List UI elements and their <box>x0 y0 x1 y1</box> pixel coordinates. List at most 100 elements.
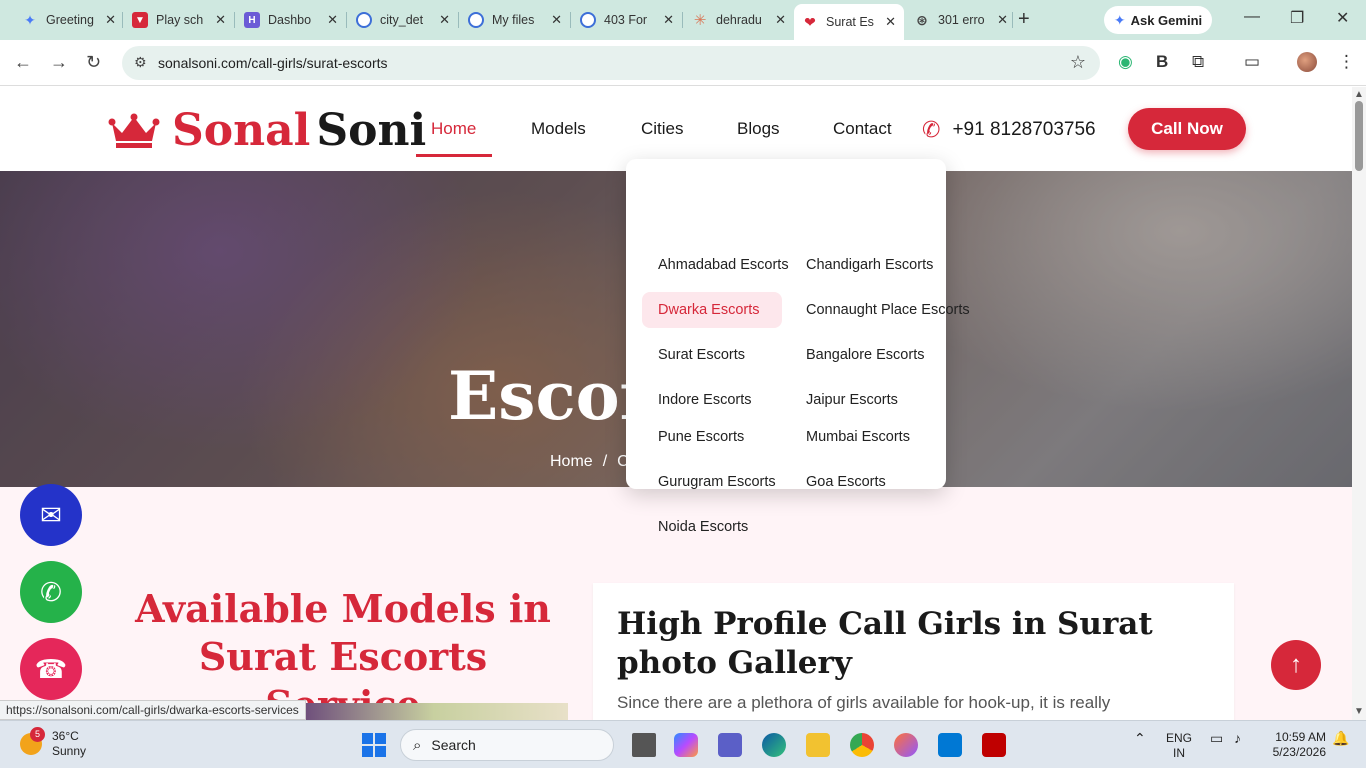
windows-taskbar: 5 36°C Sunny ⌕ Search ⌃ ENG IN ▭ ♪ 10:59… <box>0 720 1366 768</box>
chrome-icon[interactable] <box>850 733 874 757</box>
close-window-button[interactable]: ✕ <box>1336 8 1349 28</box>
city-indore[interactable]: Indore Escorts <box>658 392 752 408</box>
nav-contact[interactable]: Contact <box>833 119 892 139</box>
tab-dehradun[interactable]: ✳ dehradu ✕ <box>684 6 794 34</box>
whatsapp-fab[interactable]: ✆ <box>20 561 82 623</box>
tab-301-error[interactable]: ⊛ 301 erro ✕ <box>906 6 1016 34</box>
city-goa[interactable]: Goa Escorts <box>806 474 886 490</box>
scrollbar-thumb[interactable] <box>1355 101 1363 171</box>
filezilla-icon[interactable] <box>982 733 1006 757</box>
new-tab-button[interactable]: + <box>1018 8 1030 31</box>
weather-widget[interactable]: 5 36°C Sunny <box>20 727 86 759</box>
site-info-icon[interactable]: ⚙ <box>134 54 147 71</box>
forward-button[interactable]: → <box>50 52 68 73</box>
firefox-icon[interactable] <box>894 733 918 757</box>
weather-temp: 36°C <box>52 729 79 743</box>
task-view-icon[interactable] <box>632 733 656 757</box>
close-icon[interactable]: ✕ <box>663 12 674 28</box>
tab-dashboard[interactable]: H Dashbo ✕ <box>236 6 346 34</box>
taskbar-search[interactable]: ⌕ Search <box>400 729 614 761</box>
city-chandigarh[interactable]: Chandigarh Escorts <box>806 257 933 273</box>
model-thumbnail[interactable] <box>300 703 568 720</box>
breadcrumb-home[interactable]: Home <box>550 453 593 471</box>
start-button[interactable] <box>362 733 386 757</box>
city-mumbai[interactable]: Mumbai Escorts <box>806 429 910 445</box>
envelope-icon: ✉ <box>40 499 62 530</box>
city-noida[interactable]: Noida Escorts <box>658 519 748 535</box>
tab-label: Greeting <box>46 13 94 27</box>
email-fab[interactable]: ✉ <box>20 484 82 546</box>
volume-icon[interactable]: ♪ <box>1234 731 1241 746</box>
tab-search-icon[interactable]: ▭ <box>1244 52 1260 72</box>
scroll-to-top-button[interactable]: ↑ <box>1271 640 1321 690</box>
file-explorer-icon[interactable] <box>806 733 830 757</box>
chevron-up-icon[interactable]: ⌃ <box>1134 731 1146 746</box>
city-dwarka[interactable]: Dwarka Escorts <box>658 302 760 318</box>
teams-icon[interactable] <box>718 733 742 757</box>
phone-icon: ☎ <box>34 653 68 684</box>
close-icon[interactable]: ✕ <box>885 14 896 30</box>
tab-surat-escorts[interactable]: ❤ Surat Es ✕ <box>794 4 904 40</box>
menu-icon[interactable]: ⋮ <box>1338 52 1355 72</box>
vscode-icon[interactable] <box>938 733 962 757</box>
site-logo[interactable]: Sonal Soni <box>108 105 426 156</box>
tab-city-details[interactable]: city_det ✕ <box>348 6 458 34</box>
nav-cities[interactable]: Cities <box>641 119 684 139</box>
shield-icon: ▼ <box>132 12 148 28</box>
city-bangalore[interactable]: Bangalore Escorts <box>806 347 924 363</box>
gallery-title: High Profile Call Girls in Surat photo G… <box>617 606 1153 681</box>
tab-my-files[interactable]: My files ✕ <box>460 6 570 34</box>
close-icon[interactable]: ✕ <box>775 12 786 28</box>
close-icon[interactable]: ✕ <box>215 12 226 28</box>
profile-avatar[interactable] <box>1297 52 1317 72</box>
bookmark-star-icon[interactable]: ☆ <box>1070 52 1086 73</box>
edge-icon[interactable] <box>762 733 786 757</box>
city-ahmadabad[interactable]: Ahmadabad Escorts <box>658 257 789 273</box>
ask-gemini-button[interactable]: ✦ Ask Gemini <box>1104 6 1212 34</box>
sun-icon: 5 <box>20 727 45 755</box>
tab-greeting[interactable]: ✦ Greeting ✕ <box>14 6 124 34</box>
close-icon[interactable]: ✕ <box>439 12 450 28</box>
language-code: ENG <box>1166 731 1193 745</box>
city-pune[interactable]: Pune Escorts <box>658 429 744 445</box>
tab-play-school[interactable]: ▼ Play sch ✕ <box>124 6 234 34</box>
nav-blogs[interactable]: Blogs <box>737 119 780 139</box>
copilot-icon[interactable] <box>674 733 698 757</box>
city-connaught-place[interactable]: Connaught Place Escorts <box>806 302 970 318</box>
restore-button[interactable]: ❐ <box>1290 8 1304 28</box>
close-icon[interactable]: ✕ <box>997 12 1008 28</box>
notifications-bell-icon[interactable]: 🔔 <box>1332 731 1349 746</box>
tab-label: Surat Es <box>826 15 874 29</box>
network-icon[interactable]: ▭ <box>1210 731 1223 746</box>
call-now-button[interactable]: Call Now <box>1128 108 1246 150</box>
close-icon[interactable]: ✕ <box>327 12 338 28</box>
close-icon[interactable]: ✕ <box>551 12 562 28</box>
nav-home[interactable]: Home <box>431 119 476 139</box>
city-gurugram[interactable]: Gurugram Escorts <box>658 474 776 490</box>
phone-link[interactable]: ✆ +91 8128703756 <box>922 117 1096 143</box>
link-status-bar: https://sonalsoni.com/call-girls/dwarka-… <box>0 700 306 720</box>
reload-button[interactable]: ↻ <box>86 52 101 73</box>
nav-models[interactable]: Models <box>531 119 586 139</box>
extension-b-icon[interactable]: B <box>1156 52 1168 72</box>
language-indicator[interactable]: ENG IN <box>1166 731 1192 761</box>
globe-icon <box>468 12 484 28</box>
city-jaipur[interactable]: Jaipur Escorts <box>806 392 898 408</box>
scroll-down-arrow[interactable]: ▼ <box>1354 706 1364 717</box>
page-scrollbar[interactable]: ▲ ▼ <box>1352 87 1366 720</box>
tab-label: Play sch <box>156 13 204 27</box>
breadcrumb-separator: / <box>602 453 608 470</box>
extensions-puzzle-icon[interactable]: ⧉ <box>1192 52 1204 72</box>
address-bar[interactable]: ⚙ sonalsoni.com/call-girls/surat-escorts… <box>122 46 1100 80</box>
extension-eye-icon[interactable]: ◉ <box>1118 52 1133 72</box>
clock[interactable]: 10:59 AM 5/23/2026 <box>1262 730 1326 760</box>
tab-403-forbidden[interactable]: 403 For ✕ <box>572 6 682 34</box>
search-label: Search <box>431 737 476 753</box>
city-surat[interactable]: Surat Escorts <box>658 347 745 363</box>
clock-date: 5/23/2026 <box>1272 745 1326 759</box>
scroll-up-arrow[interactable]: ▲ <box>1354 89 1364 100</box>
close-icon[interactable]: ✕ <box>105 12 116 28</box>
minimize-button[interactable]: — <box>1244 8 1260 26</box>
back-button[interactable]: ← <box>14 52 32 73</box>
call-fab[interactable]: ☎ <box>20 638 82 700</box>
